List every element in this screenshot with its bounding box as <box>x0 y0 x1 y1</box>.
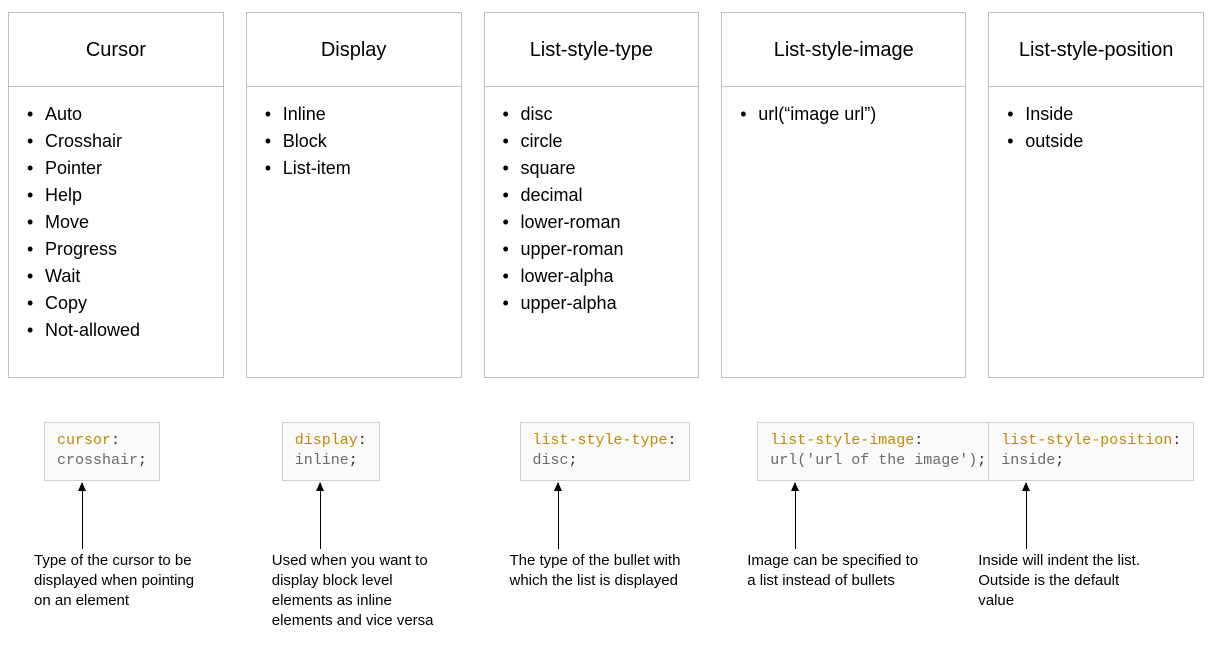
description-text: Inside will indent the list. Outside is … <box>978 551 1153 612</box>
annotation-block: display: inline;Used when you want to di… <box>282 422 462 632</box>
list-item: Crosshair <box>27 128 213 155</box>
list-item: outside <box>1007 128 1193 155</box>
arrow-up-icon <box>320 483 321 549</box>
description-text: Type of the cursor to be displayed when … <box>34 551 209 612</box>
code-value: inside <box>1001 452 1055 469</box>
arrow-container <box>282 481 321 551</box>
column: List-style-image url(“image url”) list-sty… <box>721 12 966 632</box>
list-item: Not-allowed <box>27 317 213 344</box>
list-item: upper-alpha <box>503 290 689 317</box>
description-text: Used when you want to display block leve… <box>272 551 447 632</box>
code-property: cursor <box>57 432 111 449</box>
property-card: DisplayInlineBlockList-item <box>246 12 462 378</box>
arrow-container <box>757 481 796 551</box>
annotation-block: list-style-image: url('url of the image'… <box>757 422 966 591</box>
column: List-style-typedisccirclesquaredecimallo… <box>484 12 700 632</box>
arrow-up-icon <box>558 483 559 549</box>
list-item: circle <box>503 128 689 155</box>
list-item: Help <box>27 182 213 209</box>
code-value: crosshair <box>57 452 138 469</box>
list-item: Pointer <box>27 155 213 182</box>
columns-container: CursorAutoCrosshairPointerHelpMoveProgre… <box>8 12 1204 632</box>
arrow-up-icon <box>82 483 83 549</box>
list-item: Copy <box>27 290 213 317</box>
description-text: The type of the bullet with which the li… <box>510 551 685 592</box>
code-property: list-style-position <box>1001 432 1172 449</box>
list-item: Block <box>265 128 451 155</box>
card-body: Insideoutside <box>989 87 1203 377</box>
list-item: disc <box>503 101 689 128</box>
card-title: List-style-type <box>485 13 699 87</box>
description-text: Image can be specified to a list instead… <box>747 551 922 592</box>
code-example: display: inline; <box>282 422 380 481</box>
card-body: disccirclesquaredecimallower-romanupper-… <box>485 87 699 377</box>
list-item: Auto <box>27 101 213 128</box>
list-item: upper-roman <box>503 236 689 263</box>
code-value: disc <box>533 452 569 469</box>
code-property: display <box>295 432 358 449</box>
list-item: Inside <box>1007 101 1193 128</box>
card-body: url(“image url”) <box>722 87 965 377</box>
arrow-up-icon <box>795 483 796 549</box>
code-example: cursor: crosshair; <box>44 422 160 481</box>
annotation-block: cursor: crosshair;Type of the cursor to … <box>44 422 224 611</box>
list-item: lower-roman <box>503 209 689 236</box>
card-title: Display <box>247 13 461 87</box>
list-item: square <box>503 155 689 182</box>
code-example: list-style-position: inside; <box>988 422 1194 481</box>
code-value: inline <box>295 452 349 469</box>
code-property: list-style-image <box>770 432 914 449</box>
card-body: InlineBlockList-item <box>247 87 461 377</box>
card-body: AutoCrosshairPointerHelpMoveProgressWait… <box>9 87 223 377</box>
annotation-block: list-style-type: disc;The type of the bu… <box>520 422 700 591</box>
annotation-block: list-style-position: inside;Inside will … <box>988 422 1204 611</box>
arrow-container <box>988 481 1027 551</box>
column: List-style-positionInsideoutsidelist-sty… <box>988 12 1204 632</box>
card-title: List-style-image <box>722 13 965 87</box>
column: DisplayInlineBlockList-itemdisplay: inli… <box>246 12 462 632</box>
list-item: url(“image url”) <box>740 101 955 128</box>
arrow-up-icon <box>1026 483 1027 549</box>
card-title: Cursor <box>9 13 223 87</box>
property-card: CursorAutoCrosshairPointerHelpMoveProgre… <box>8 12 224 378</box>
list-item: Progress <box>27 236 213 263</box>
arrow-container <box>520 481 559 551</box>
list-item: lower-alpha <box>503 263 689 290</box>
code-example: list-style-image: url('url of the image'… <box>757 422 999 481</box>
card-title: List-style-position <box>989 13 1203 87</box>
column: CursorAutoCrosshairPointerHelpMoveProgre… <box>8 12 224 632</box>
property-card: List-style-typedisccirclesquaredecimallo… <box>484 12 700 378</box>
list-item: List-item <box>265 155 451 182</box>
list-item: Wait <box>27 263 213 290</box>
code-value: url('url of the image') <box>770 452 977 469</box>
list-item: Move <box>27 209 213 236</box>
property-card: List-style-positionInsideoutside <box>988 12 1204 378</box>
list-item: Inline <box>265 101 451 128</box>
code-property: list-style-type <box>533 432 668 449</box>
code-example: list-style-type: disc; <box>520 422 690 481</box>
arrow-container <box>44 481 83 551</box>
property-card: List-style-image url(“image url”) <box>721 12 966 378</box>
list-item: decimal <box>503 182 689 209</box>
